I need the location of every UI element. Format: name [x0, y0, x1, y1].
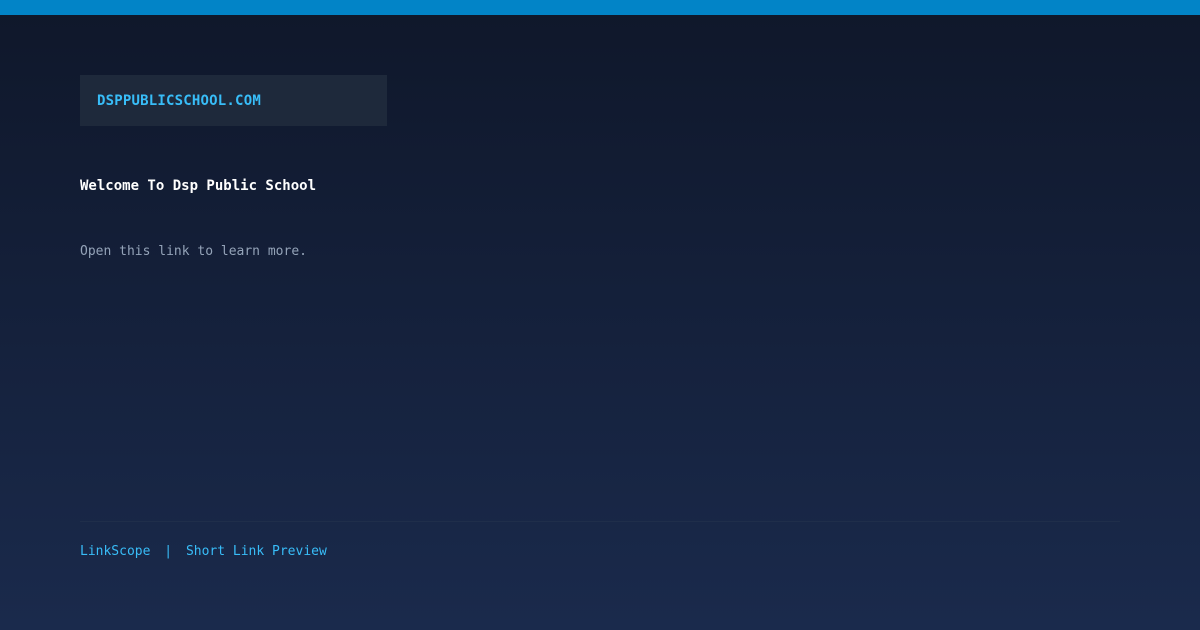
page-description: Open this link to learn more.	[80, 244, 307, 259]
footer-separator: |	[164, 544, 173, 559]
domain-text: DSPPUBLICSCHOOL.COM	[97, 92, 261, 109]
footer-tagline: Short Link Preview	[185, 544, 327, 559]
footer-brand: LinkScope	[80, 544, 151, 559]
footer-divider	[80, 521, 1120, 522]
page-title: Welcome To Dsp Public School	[80, 178, 317, 194]
footer: LinkScope | Short Link Preview	[80, 544, 327, 559]
domain-badge: DSPPUBLICSCHOOL.COM	[80, 75, 387, 126]
top-accent-bar	[0, 0, 1200, 15]
